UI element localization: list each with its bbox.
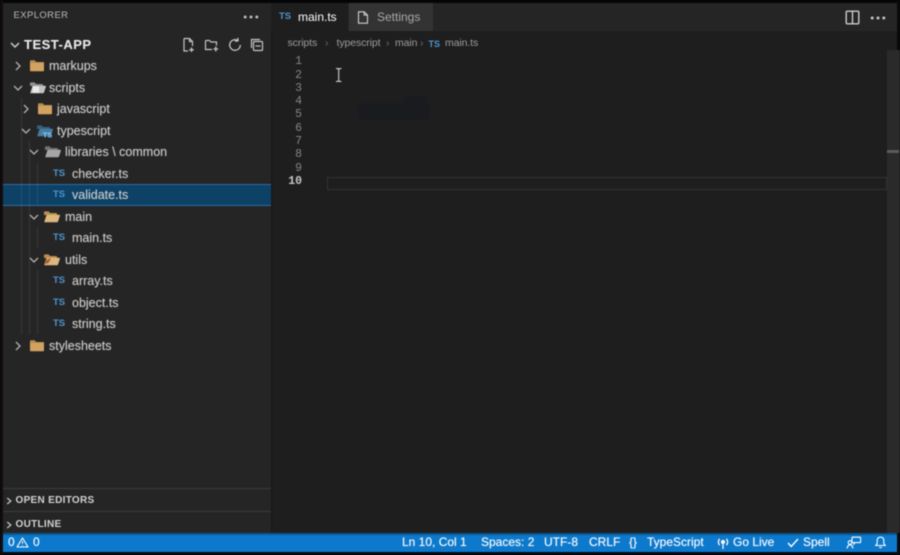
svg-text:TS: TS	[43, 130, 53, 139]
